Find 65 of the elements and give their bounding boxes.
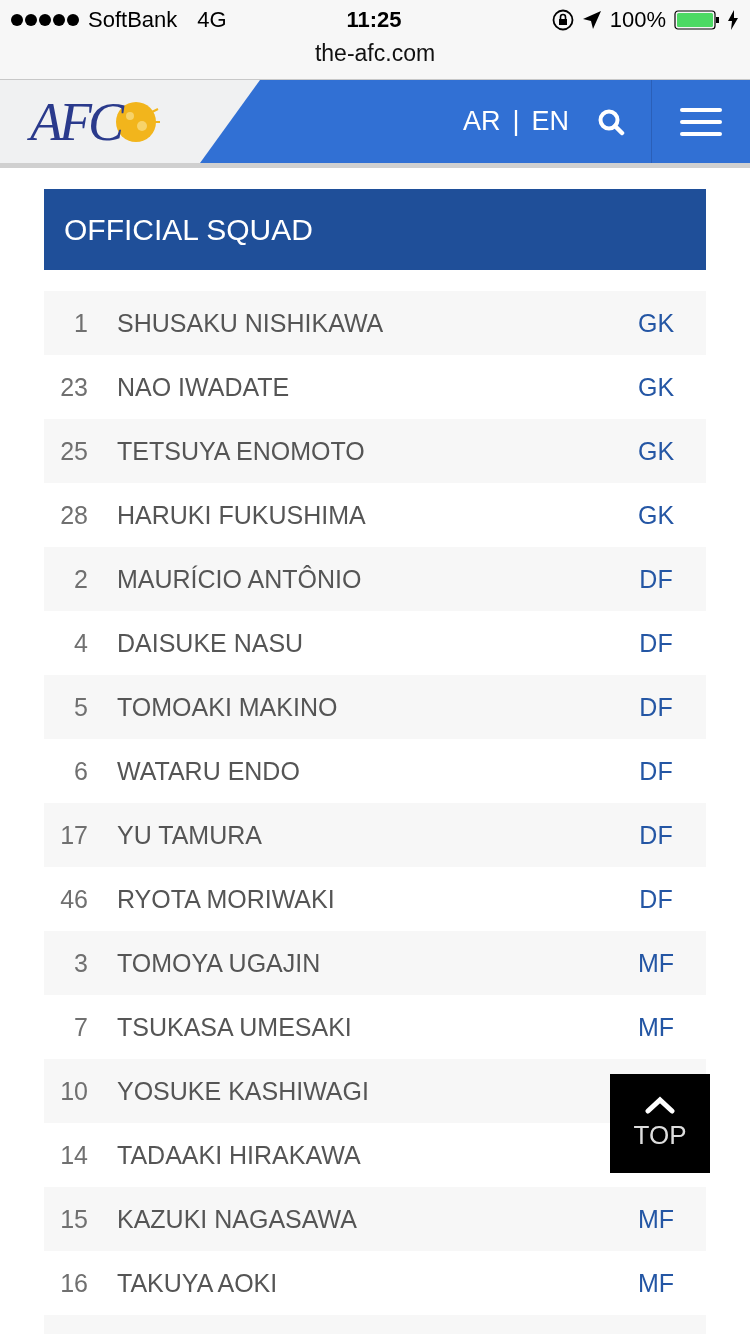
search-button[interactable] xyxy=(597,107,625,136)
menu-icon xyxy=(680,107,722,136)
battery-icon xyxy=(674,10,720,30)
player-position: DF xyxy=(638,692,674,722)
player-name: KAZUKI NAGASAWA xyxy=(117,1204,357,1234)
player-name: TSUKASA UMESAKI xyxy=(117,1012,352,1042)
shirt-number: 25 xyxy=(59,436,88,466)
back-to-top-button[interactable]: TOP xyxy=(610,1074,710,1173)
shirt-number: 10 xyxy=(59,1076,88,1106)
player-name: TOMOAKI MAKINO xyxy=(117,692,338,722)
shirt-number: 17 xyxy=(59,820,88,850)
player-position: DF xyxy=(638,628,674,658)
shirt-number: 28 xyxy=(59,500,88,530)
player-position: GK xyxy=(636,308,676,338)
player-position: MF xyxy=(636,1012,676,1042)
shirt-number: 15 xyxy=(59,1204,88,1234)
player-name: TOMOYA UGAJIN xyxy=(117,948,321,978)
player-name: HARUKI FUKUSHIMA xyxy=(117,500,366,530)
player-position: MF xyxy=(636,1204,676,1234)
shirt-number: 23 xyxy=(59,372,88,402)
shirt-number: 4 xyxy=(73,628,88,658)
shirt-number: 46 xyxy=(59,884,88,914)
network-type: 4G xyxy=(197,7,227,33)
shirt-number: 6 xyxy=(73,756,88,786)
shirt-number: 2 xyxy=(73,564,88,594)
player-name: YOSUKE KASHIWAGI xyxy=(117,1076,369,1106)
player-name: MAURÍCIO ANTÔNIO xyxy=(117,564,362,594)
section-title: OFFICIAL SQUAD xyxy=(44,189,706,270)
player-position: DF xyxy=(638,564,674,594)
player-name: TETSUYA ENOMOTO xyxy=(117,436,365,466)
shirt-number: 14 xyxy=(59,1140,88,1170)
player-name: RYOTA MORIWAKI xyxy=(117,884,335,914)
player-position: GK xyxy=(636,500,676,530)
player-position: GK xyxy=(636,372,676,402)
signal-icon xyxy=(10,13,80,27)
player-name: NAO IWADATE xyxy=(117,372,290,402)
player-name: TADAAKI HIRAKAWA xyxy=(117,1140,361,1170)
player-name: YU TAMURA xyxy=(117,820,262,850)
shirt-number: 5 xyxy=(73,692,88,722)
player-position: DF xyxy=(638,820,674,850)
language-link[interactable]: EN xyxy=(531,106,569,137)
rotation-lock-icon xyxy=(551,9,574,31)
player-name: WATARU ENDO xyxy=(117,756,300,786)
shirt-number: 16 xyxy=(59,1268,88,1298)
player-name: DAISUKE NASU xyxy=(117,628,304,658)
player-name: TAKUYA AOKI xyxy=(117,1268,278,1298)
player-name: SHUSAKU NISHIKAWA xyxy=(117,308,384,338)
language-separator: | xyxy=(512,106,520,137)
search-icon xyxy=(597,107,625,136)
location-arrow-icon xyxy=(581,10,602,30)
carrier-name: SoftBank xyxy=(88,7,178,33)
shirt-number: 3 xyxy=(73,948,88,978)
battery-percent: 100% xyxy=(609,7,666,33)
page-url[interactable]: the-afc.com xyxy=(314,40,436,67)
player-position: DF xyxy=(638,756,674,786)
player-position: GK xyxy=(636,436,676,466)
language-link[interactable]: AR xyxy=(462,106,501,137)
chevron-up-icon xyxy=(644,1096,676,1114)
player-position: DF xyxy=(638,884,674,914)
player-position: MF xyxy=(636,1268,676,1298)
shirt-number: 7 xyxy=(73,1012,88,1042)
player-position: MF xyxy=(636,948,676,978)
shirt-number: 1 xyxy=(73,308,88,338)
charging-bolt-icon xyxy=(728,10,738,30)
clock-time: 11:25 xyxy=(346,7,402,32)
